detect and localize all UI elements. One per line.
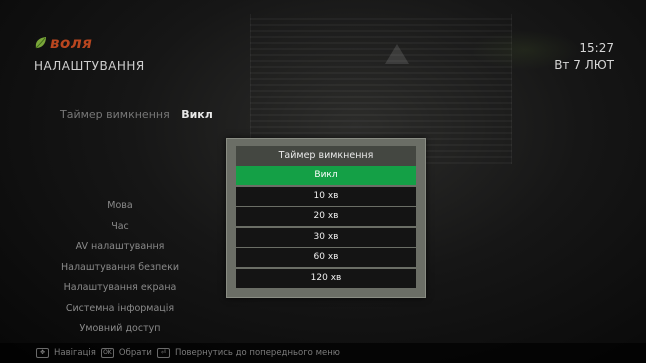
timer-options-list: Викл 10 хв 20 хв 30 хв 60 хв 120 хв [236,166,416,289]
sleep-timer-value: Викл [181,108,213,121]
timer-option-120-min[interactable]: 120 хв [236,268,416,288]
hint-bar: ✥ Навігація OK Обрати ⏎ Повернутись до п… [0,343,646,363]
leaf-logo-icon [35,37,46,49]
timer-option-30-min[interactable]: 30 хв [236,227,416,247]
timer-option-20-min[interactable]: 20 хв [236,207,416,226]
hint-navigate-label: Навігація [54,348,96,358]
clock: 15:27 Вт 7 ЛЮТ [554,40,614,74]
back-key-icon: ⏎ [156,348,170,358]
sleep-timer-dialog: Таймер вимкнення Викл 10 хв 20 хв 30 хв … [226,138,426,298]
page-title: НАЛАШТУВАННЯ [34,59,145,73]
hint-back-label: Повернутись до попереднього меню [174,348,340,358]
menu-item-av-settings[interactable]: AV налаштування [45,237,195,258]
background-lamp-decoration [385,44,409,64]
ok-key-icon: OK [100,348,114,358]
brand-name: воля [50,34,93,52]
hint-ok-label: Обрати [118,348,152,358]
timer-option-60-min[interactable]: 60 хв [236,248,416,267]
menu-item-screen-settings[interactable]: Налаштування екрана [45,278,195,299]
sleep-timer-setting[interactable]: Таймер вимкнення Викл [60,108,213,121]
timer-option-10-min[interactable]: 10 хв [236,186,416,206]
clock-date: Вт 7 ЛЮТ [554,58,614,72]
settings-menu: Мова Час AV налаштування Налаштування бе… [45,196,195,340]
settings-screen: воля НАЛАШТУВАННЯ 15:27 Вт 7 ЛЮТ Таймер … [0,0,646,363]
menu-item-time[interactable]: Час [45,217,195,238]
menu-item-conditional-access[interactable]: Умовний доступ [45,319,195,340]
dpad-icon: ✥ [36,348,49,358]
brand-logo: воля [34,34,92,52]
sleep-timer-label: Таймер вимкнення [60,108,170,121]
clock-time: 15:27 [579,41,614,55]
dialog-title: Таймер вимкнення [236,146,416,166]
menu-item-system-info[interactable]: Системна інформація [45,299,195,320]
timer-option-off[interactable]: Викл [236,166,416,185]
menu-item-language[interactable]: Мова [45,196,195,217]
menu-item-security-settings[interactable]: Налаштування безпеки [45,258,195,279]
